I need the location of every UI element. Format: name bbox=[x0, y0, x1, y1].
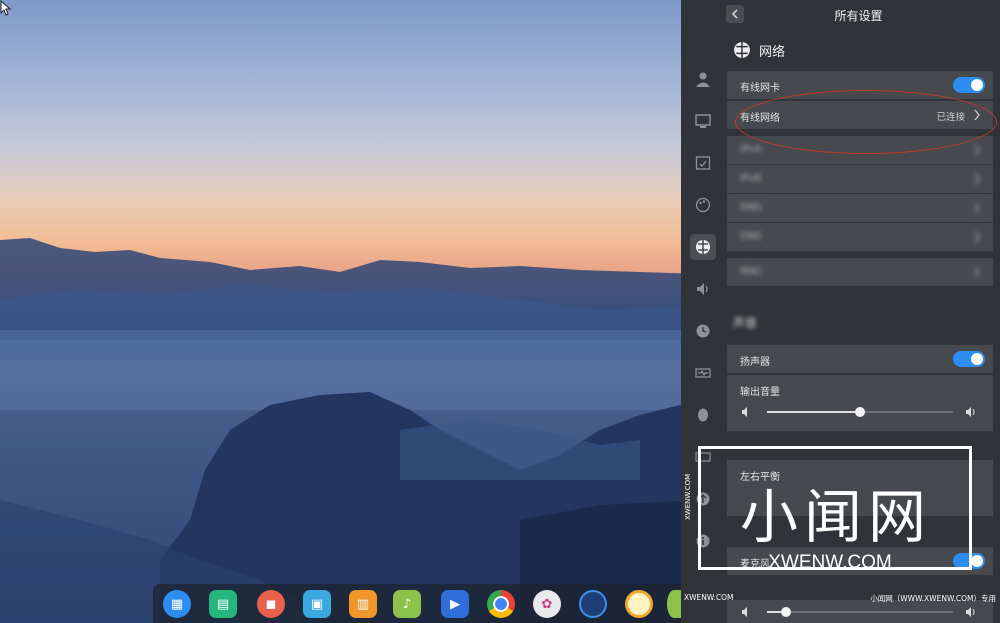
dock-browser-icon[interactable] bbox=[625, 590, 653, 618]
chevron-right-icon bbox=[974, 144, 980, 156]
calendar-icon[interactable] bbox=[690, 150, 716, 176]
watermark-domain: XWENW.COM bbox=[768, 552, 892, 573]
toggle-knob bbox=[971, 353, 983, 365]
blurred-row[interactable]: IPv6 bbox=[727, 165, 993, 193]
slider-fill bbox=[767, 411, 860, 413]
panel-header: 所有设置 bbox=[681, 0, 1000, 30]
output-volume-label: 输出音量 bbox=[740, 387, 780, 398]
dock-chrome-icon[interactable] bbox=[487, 590, 515, 618]
sound-section-header: 声音 bbox=[733, 316, 758, 330]
wired-card-toggle[interactable] bbox=[953, 77, 985, 93]
volume-high-icon bbox=[966, 607, 975, 617]
blurred-row[interactable]: DNS bbox=[727, 194, 993, 222]
toggle-knob bbox=[971, 79, 983, 91]
dock-launcher-icon[interactable]: ▦ bbox=[163, 590, 191, 618]
chevron-right-icon bbox=[974, 266, 980, 278]
speaker-toggle[interactable] bbox=[953, 351, 985, 367]
volume-low-icon bbox=[742, 607, 747, 617]
dock-music-icon[interactable]: ♪ bbox=[393, 590, 421, 618]
chevron-right-icon bbox=[974, 173, 980, 185]
section-title: 网络 bbox=[759, 44, 786, 60]
mouse-icon[interactable] bbox=[690, 402, 716, 428]
slider-thumb[interactable] bbox=[781, 607, 791, 617]
dock-video-icon[interactable]: ▶ bbox=[441, 590, 469, 618]
output-volume-block: 输出音量 bbox=[727, 375, 993, 431]
page-title: 所有设置 bbox=[834, 9, 883, 23]
network-section-header: 网络 bbox=[733, 38, 785, 62]
blurred-row[interactable]: DNS bbox=[727, 223, 993, 251]
chevron-right-icon bbox=[974, 202, 980, 214]
watermark-footer-left: XWENW.COM bbox=[684, 593, 734, 602]
dock-store-icon[interactable]: ▣ bbox=[303, 590, 331, 618]
time-icon[interactable] bbox=[690, 318, 716, 344]
dock: ▦ ▤ ◼ ▣ ▥ ♪ ▶ ✿ bbox=[153, 584, 693, 623]
volume-high-icon bbox=[966, 407, 975, 417]
toggle-knob bbox=[971, 555, 983, 567]
watermark-footer-right: 小闻网（WWW.XWENW.COM）专用 bbox=[870, 594, 996, 603]
user-icon[interactable] bbox=[690, 66, 716, 92]
chevron-right-icon bbox=[974, 231, 980, 243]
dock-more-icon[interactable] bbox=[667, 590, 681, 618]
wired-card-label: 有线网卡 bbox=[740, 83, 780, 94]
mouse-cursor bbox=[0, 0, 12, 16]
input-volume-slider[interactable] bbox=[767, 607, 953, 617]
dock-screenshot-icon[interactable]: ◼ bbox=[257, 590, 285, 618]
display-icon[interactable] bbox=[690, 108, 716, 134]
slider-thumb[interactable] bbox=[855, 407, 865, 417]
output-volume-slider[interactable] bbox=[767, 407, 953, 417]
theme-icon[interactable] bbox=[690, 192, 716, 218]
dock-settings-icon[interactable]: ✿ bbox=[533, 590, 561, 618]
volume-low-icon bbox=[742, 407, 747, 417]
sound-icon[interactable] bbox=[690, 276, 716, 302]
dock-app-store-icon[interactable]: ▥ bbox=[349, 590, 377, 618]
watermark-logo: 小闻网 bbox=[739, 483, 932, 551]
highlight-oval bbox=[735, 90, 997, 154]
network-icon[interactable] bbox=[690, 234, 716, 260]
watermark-footer: XWENW.COM 小闻网（WWW.XWENW.COM）专用 bbox=[682, 593, 1000, 605]
speaker-label: 扬声器 bbox=[740, 357, 770, 368]
power-icon[interactable] bbox=[690, 360, 716, 386]
network-globe-icon bbox=[734, 42, 750, 58]
watermark-vertical: XWENW.COM bbox=[684, 473, 692, 520]
dock-monitor-icon[interactable] bbox=[579, 590, 607, 618]
blurred-row[interactable]: MAC bbox=[727, 258, 993, 286]
dock-files-icon[interactable]: ▤ bbox=[209, 590, 237, 618]
speaker-row: 扬声器 bbox=[727, 345, 993, 373]
